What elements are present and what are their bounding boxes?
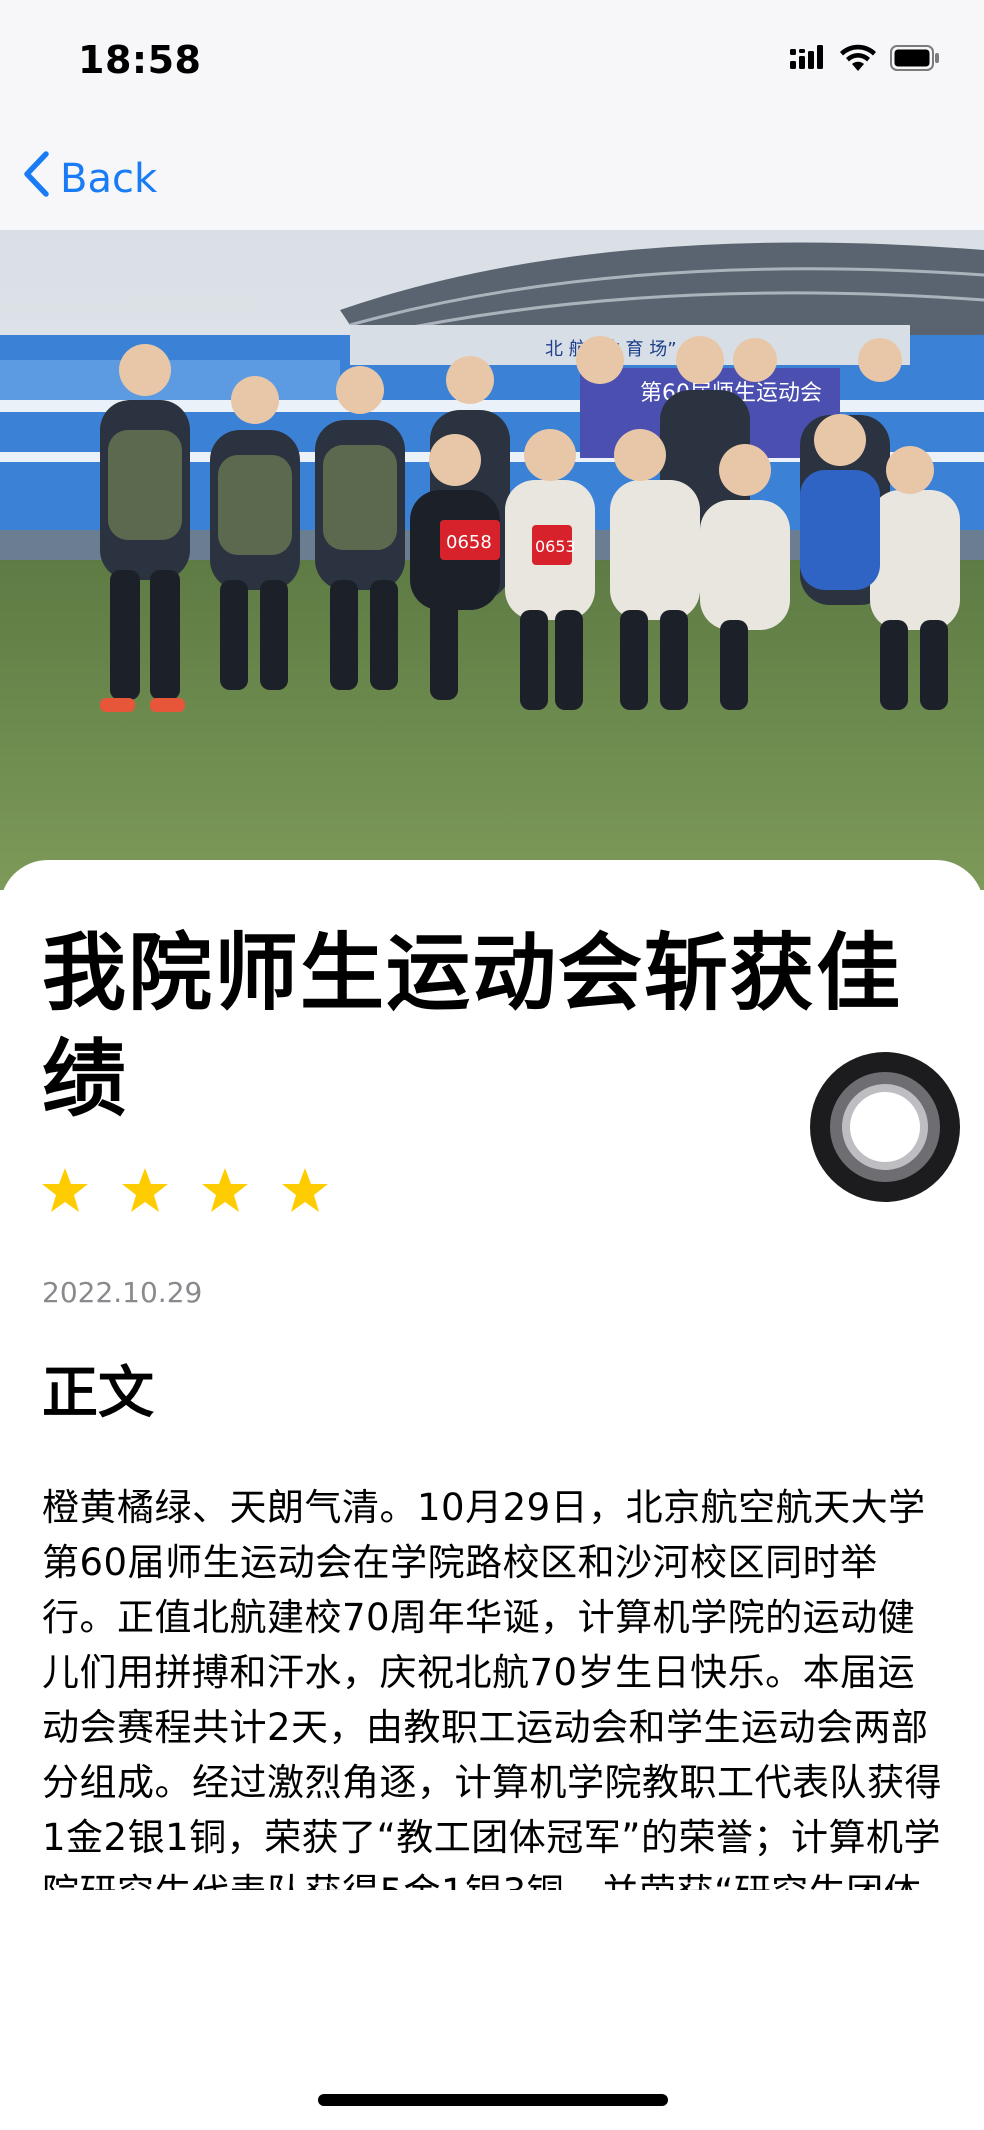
star-icon — [40, 1166, 90, 1218]
screen: 18:58 Back 北 航 育 场” 0658 0653 我院师生运动会斩获佳… — [0, 0, 984, 2130]
back-label: Back — [60, 156, 158, 202]
navigation-bar: Back — [0, 120, 984, 231]
status-time: 18:58 — [78, 38, 202, 82]
star-icon — [280, 1166, 330, 1218]
hero-photo: 北 航 “体 育 场” 第60届师生运动会 — [0, 230, 984, 890]
chevron-left-icon — [22, 150, 50, 208]
article-title: 我院师生运动会斩获佳绩 — [42, 924, 903, 1128]
back-button[interactable]: Back — [22, 150, 157, 208]
article-body: 橙黄橘绿、天朗气清。10月29日，北京航空航天大学第60届师生运动会在学院路校区… — [42, 1486, 942, 1890]
star-icon — [200, 1166, 250, 1218]
wifi-icon — [840, 44, 876, 76]
section-heading: 正文 — [42, 1361, 154, 1426]
bib-number-2: 0653 — [535, 537, 576, 556]
article-sheet: 我院师生运动会斩获佳绩 2022.10.29 正文 橙黄橘绿、天朗气清。10月2… — [0, 860, 984, 2130]
article-date: 2022.10.29 — [42, 1276, 203, 1309]
assistive-touch-button[interactable] — [810, 1052, 960, 1202]
article-body-container[interactable]: 橙黄橘绿、天朗气清。10月29日，北京航空航天大学第60届师生运动会在学院路校区… — [42, 1480, 942, 1890]
assistive-touch-ring — [850, 1092, 920, 1162]
status-bar: 18:58 — [0, 0, 984, 120]
star-icon — [120, 1166, 170, 1218]
status-icons — [790, 44, 940, 76]
bib-number-1: 0658 — [446, 532, 492, 553]
battery-icon — [890, 45, 940, 75]
cellular-signal-icon — [790, 45, 826, 75]
home-indicator[interactable] — [318, 2094, 668, 2106]
team-photo-illustration: 北 航 “体 育 场” 第60届师生运动会 — [0, 230, 984, 890]
star-rating — [40, 1166, 330, 1218]
